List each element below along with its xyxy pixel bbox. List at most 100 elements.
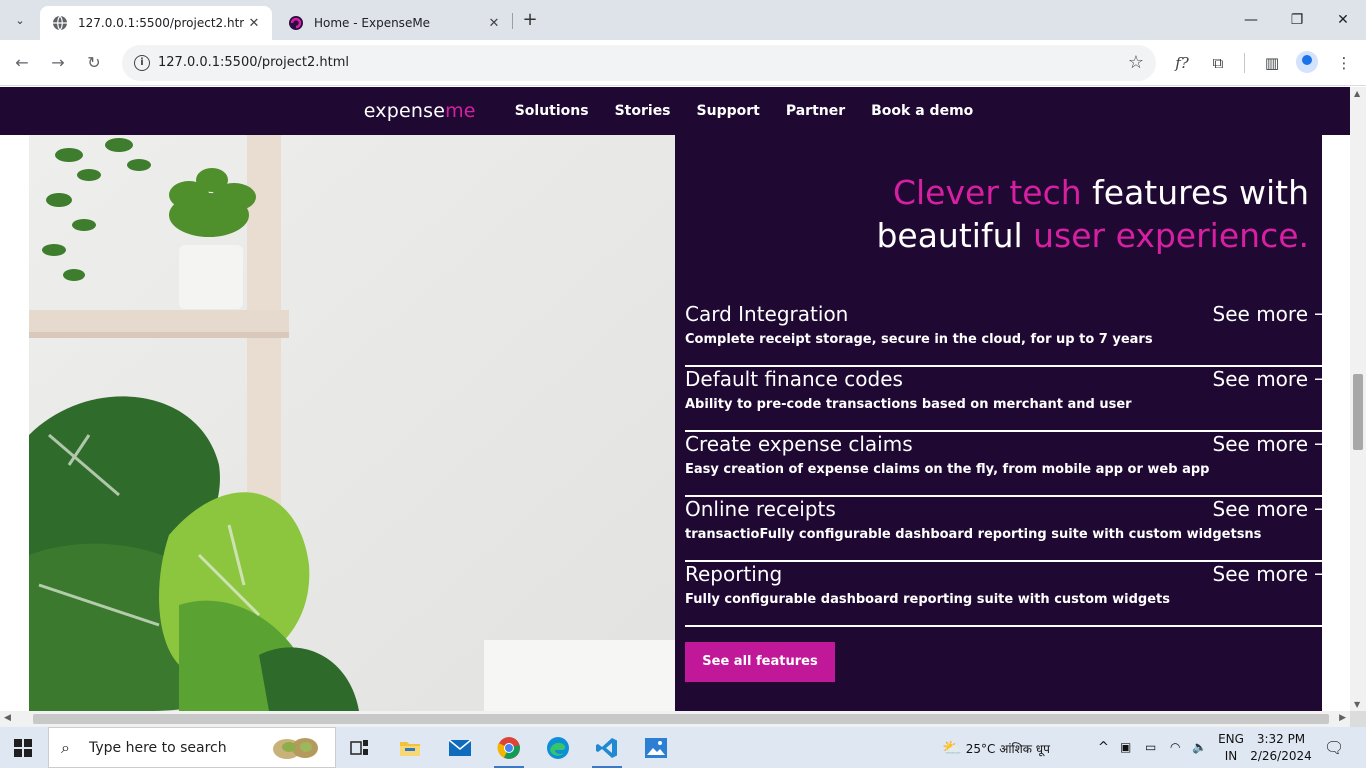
reload-icon[interactable]: ↻ [82, 51, 106, 75]
arrow-right-icon[interactable]: → [1314, 434, 1322, 455]
plants-photo [29, 135, 675, 711]
feature-finance-codes: Default finance codes See more → Ability… [685, 367, 1322, 432]
scrollbar-corner [1350, 711, 1366, 727]
feature-title: Default finance codes [685, 367, 903, 391]
see-more-link[interactable]: See more [1213, 562, 1308, 586]
scroll-down-arrow-icon[interactable]: ▼ [1354, 700, 1360, 709]
nav-stories[interactable]: Stories [615, 103, 671, 119]
plants-illustration [29, 135, 675, 711]
feature-description: Ability to pre-code transactions based o… [685, 397, 1132, 412]
menu-dots-icon[interactable]: ⋮ [1332, 51, 1356, 75]
site-navbar: expenseme Solutions Stories Support Part… [0, 87, 1350, 135]
lang-line-1: ENG [1218, 732, 1244, 746]
bookmark-star-icon[interactable]: ☆ [1128, 52, 1144, 73]
close-window-icon[interactable]: ✕ [1320, 0, 1366, 40]
battery-icon[interactable]: ▭ [1145, 727, 1156, 768]
taskbar-search[interactable]: ⌕ Type here to search [48, 727, 336, 768]
language-indicator[interactable]: ENG IN [1214, 731, 1248, 765]
system-clock[interactable]: 3:32 PM 2/26/2024 [1248, 731, 1314, 765]
scroll-up-arrow-icon[interactable]: ▲ [1354, 89, 1360, 98]
tab-title: Home - ExpenseMe [314, 16, 431, 30]
task-view-icon[interactable] [337, 727, 383, 768]
meet-now-icon[interactable]: ▣ [1120, 727, 1131, 768]
headline-white-text: beautiful [876, 216, 1034, 255]
edge-icon[interactable] [535, 727, 581, 768]
see-all-features-button[interactable]: See all features [685, 642, 835, 682]
headline-white-text: features with [1081, 173, 1309, 212]
address-bar[interactable]: i 127.0.0.1:5500/project2.html ☆ [122, 45, 1156, 81]
weather-widget[interactable]: ⛅ 25°C आंशिक धूप [942, 727, 1050, 768]
search-placeholder: Type here to search [89, 740, 227, 756]
feature-online-receipts: Online receipts See more → transactioFul… [685, 497, 1322, 562]
close-tab-icon[interactable]: ✕ [484, 16, 504, 31]
close-tab-icon[interactable]: ✕ [244, 16, 264, 31]
expenseme-favicon-icon [289, 16, 303, 30]
arrow-right-icon[interactable]: → [1314, 369, 1322, 390]
weather-text: 25°C आंशिक धूप [965, 742, 1050, 756]
feature-title: Reporting [685, 562, 783, 586]
vertical-scrollbar[interactable]: ▲ ▼ [1350, 87, 1366, 711]
windows-start-icon[interactable] [14, 739, 32, 757]
vscode-icon[interactable] [584, 727, 630, 768]
minimize-icon[interactable]: — [1228, 0, 1274, 40]
url-text[interactable]: 127.0.0.1:5500/project2.html [158, 55, 349, 70]
see-more-link[interactable]: See more [1213, 497, 1308, 521]
tab-divider [512, 13, 513, 29]
notifications-icon[interactable]: 🗨 [1324, 727, 1344, 768]
photos-icon[interactable] [633, 727, 679, 768]
expenseme-logo[interactable]: expenseme [364, 100, 476, 122]
feature-expense-claims: Create expense claims See more → Easy cr… [685, 432, 1322, 497]
tab-project2[interactable]: 127.0.0.1:5500/project2.html ✕ [40, 6, 272, 40]
tab-search-chevron-icon[interactable]: ⌄ [8, 8, 32, 32]
tab-expenseme-home[interactable]: Home - ExpenseMe ✕ [276, 6, 512, 40]
scroll-left-arrow-icon[interactable]: ◀ [4, 713, 11, 723]
weather-sun-cloud-icon: ⛅ [942, 738, 962, 757]
nav-support[interactable]: Support [697, 103, 760, 119]
toolbar-divider [1244, 53, 1245, 73]
search-icon: ⌕ [61, 738, 70, 757]
feature-description: Fully configurable dashboard reporting s… [685, 592, 1170, 607]
headline-pink-text: user experience. [1033, 216, 1309, 255]
see-more-link[interactable]: See more [1213, 367, 1308, 391]
site-info-icon[interactable]: i [134, 55, 150, 71]
extensions-puzzle-icon[interactable]: ⧉ [1206, 51, 1230, 75]
features-panel: Clever tech features with beautiful user… [675, 135, 1322, 711]
new-tab-plus-icon[interactable]: + [518, 8, 542, 32]
nav-partner[interactable]: Partner [786, 103, 845, 119]
feature-reporting: Reporting See more → Fully configurable … [685, 562, 1322, 627]
feature-description: Complete receipt storage, secure in the … [685, 332, 1153, 347]
feature-description: transactioFully configurable dashboard r… [685, 527, 1262, 542]
feature-description: Easy creation of expense claims on the f… [685, 462, 1210, 477]
back-arrow-icon[interactable]: ← [10, 51, 34, 75]
horizontal-scroll-thumb[interactable] [33, 714, 1329, 724]
side-panel-icon[interactable]: ▥ [1260, 51, 1284, 75]
wifi-icon[interactable]: ◠ [1170, 727, 1180, 768]
vertical-scroll-thumb[interactable] [1353, 374, 1363, 450]
tab-title: 127.0.0.1:5500/project2.html [78, 16, 244, 30]
feature-title: Online receipts [685, 497, 836, 521]
show-hidden-icons-chevron-icon[interactable]: ^ [1098, 727, 1109, 768]
mail-icon[interactable] [437, 727, 483, 768]
nav-book-demo[interactable]: Book a demo [871, 103, 973, 119]
file-explorer-icon[interactable] [387, 727, 433, 768]
volume-icon[interactable]: 🔈 [1192, 727, 1207, 768]
forward-arrow-icon[interactable]: → [46, 51, 70, 75]
arrow-right-icon[interactable]: → [1314, 499, 1322, 520]
browser-tabstrip: ⌄ 127.0.0.1:5500/project2.html ✕ Home - … [0, 0, 1366, 40]
horizontal-scrollbar[interactable]: ◀ ▶ [0, 711, 1350, 727]
feature-card-integration: Card Integration See more → Complete rec… [685, 302, 1322, 367]
chrome-icon[interactable] [486, 727, 532, 768]
profile-avatar-icon[interactable] [1296, 51, 1318, 73]
nav-solutions[interactable]: Solutions [515, 103, 589, 119]
see-more-link[interactable]: See more [1213, 302, 1308, 326]
arrow-right-icon[interactable]: → [1314, 564, 1322, 585]
arrow-right-icon[interactable]: → [1314, 304, 1322, 325]
restore-icon[interactable]: ❐ [1274, 0, 1320, 40]
feature-title: Create expense claims [685, 432, 913, 456]
features-headline: Clever tech features with beautiful user… [876, 171, 1309, 257]
formula-extension-icon[interactable]: f? [1170, 51, 1194, 75]
scroll-right-arrow-icon[interactable]: ▶ [1339, 713, 1346, 723]
see-more-link[interactable]: See more [1213, 432, 1308, 456]
lang-line-2: IN [1224, 749, 1238, 763]
search-highlight-pistachio-icon [273, 738, 318, 759]
